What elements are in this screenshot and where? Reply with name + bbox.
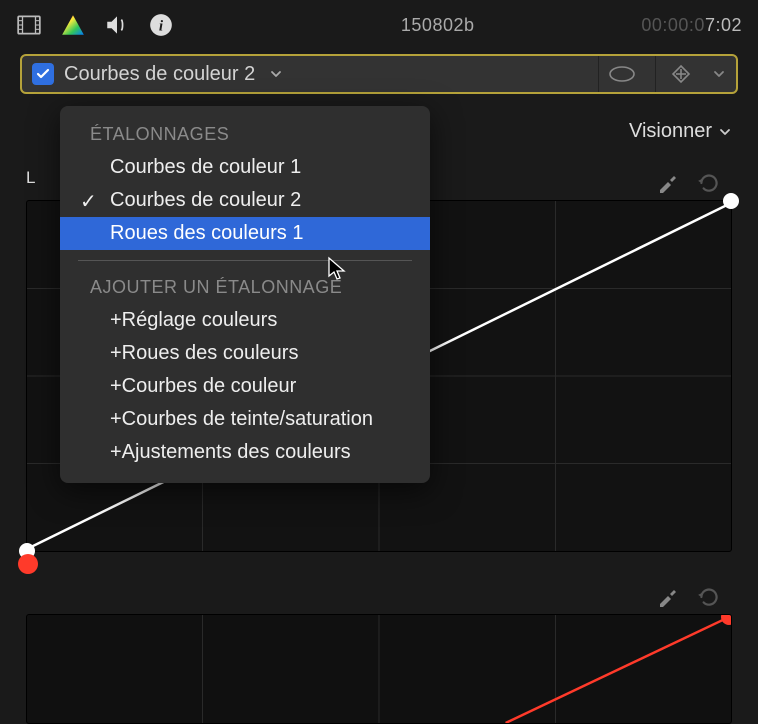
dropdown-add-item[interactable]: +Roues des couleurs — [60, 337, 430, 370]
film-icon[interactable] — [16, 12, 42, 38]
clip-name: 150802b — [252, 15, 623, 36]
mouse-cursor — [326, 256, 348, 287]
timecode: 00:00:07:02 — [641, 15, 742, 36]
dropdown-add-item[interactable]: +Ajustements des couleurs — [60, 436, 430, 469]
dropdown-item[interactable]: Courbes de couleur 2 — [60, 184, 430, 217]
luma-curve-point-top[interactable] — [723, 193, 739, 209]
dropdown-item[interactable]: Roues des couleurs 1 — [60, 217, 430, 250]
keyframe-menu-button[interactable] — [704, 56, 726, 92]
color-icon[interactable] — [60, 12, 86, 38]
dropdown-section-header: ÉTALONNAGES — [60, 118, 430, 151]
view-button[interactable]: Visionner — [629, 120, 732, 143]
red-channel-indicator — [18, 554, 38, 574]
effect-bar: Courbes de couleur 2 — [20, 54, 738, 94]
eyedropper-icon[interactable] — [656, 584, 680, 608]
dropdown-separator — [78, 260, 412, 261]
dropdown-item[interactable]: Courbes de couleur 1 — [60, 151, 430, 184]
timecode-bright: 7:02 — [705, 15, 742, 35]
red-curve-panel[interactable] — [26, 614, 732, 724]
top-toolbar: i 150802b 00:00:07:02 — [0, 0, 758, 50]
dropdown-section-header: AJOUTER UN ÉTALONNAGE — [60, 271, 430, 304]
timecode-dim: 00:00:0 — [641, 15, 705, 35]
corrections-dropdown: ÉTALONNAGES Courbes de couleur 1 Courbes… — [60, 106, 430, 483]
info-icon[interactable]: i — [148, 12, 174, 38]
dropdown-add-item[interactable]: +Courbes de teinte/saturation — [60, 403, 430, 436]
view-label: Visionner — [629, 120, 712, 143]
dropdown-add-item[interactable]: +Courbes de couleur — [60, 370, 430, 403]
volume-icon[interactable] — [104, 12, 130, 38]
chevron-down-icon[interactable] — [269, 67, 283, 81]
mask-button[interactable] — [598, 56, 645, 92]
dropdown-add-item[interactable]: +Réglage couleurs — [60, 304, 430, 337]
effect-enabled-checkbox[interactable] — [32, 63, 54, 85]
luma-label: L — [26, 168, 35, 188]
undo-icon[interactable] — [696, 584, 722, 610]
undo-icon[interactable] — [696, 170, 722, 196]
effect-name-dropdown[interactable]: Courbes de couleur 2 — [64, 63, 255, 86]
eyedropper-icon[interactable] — [656, 170, 680, 194]
keyframe-button[interactable] — [655, 56, 694, 92]
